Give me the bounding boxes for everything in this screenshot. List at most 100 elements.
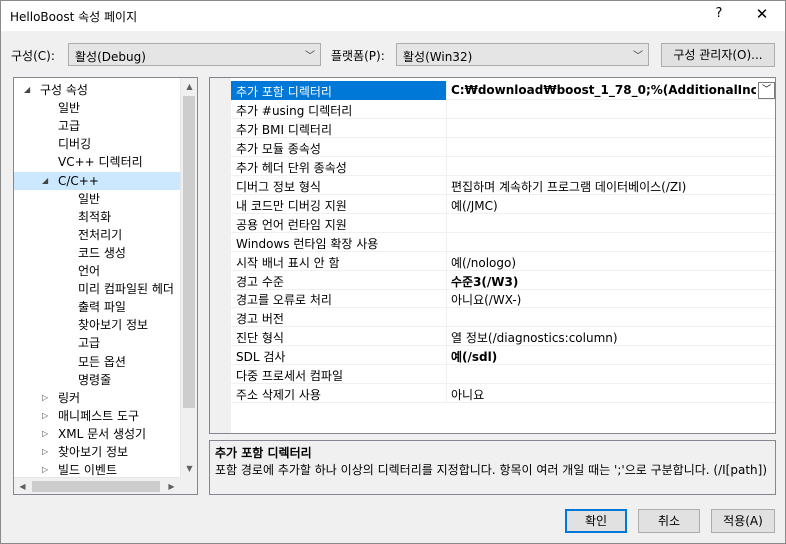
- property-row[interactable]: 다중 프로세서 컴파일: [231, 365, 775, 385]
- help-button[interactable]: ?: [707, 6, 731, 26]
- tree-item[interactable]: 일반: [14, 99, 180, 117]
- apply-button[interactable]: 적용(A): [711, 509, 775, 533]
- tree-item[interactable]: 출력 파일: [14, 298, 180, 316]
- tree-item[interactable]: 명령줄: [14, 371, 180, 389]
- tree-item[interactable]: 전처리기: [14, 226, 180, 244]
- property-value[interactable]: 열 정보(/diagnostics:column): [451, 329, 771, 346]
- property-value[interactable]: C:₩download₩boost_1_78_0;%(AdditionalInc…: [451, 83, 756, 97]
- property-row[interactable]: 경고를 오류로 처리 아니요(/WX-): [231, 289, 775, 309]
- tree-item[interactable]: 고급: [14, 117, 180, 135]
- column-divider: [446, 213, 447, 233]
- tree-item-label: 구성 속성: [40, 83, 88, 97]
- property-value[interactable]: 예(/JMC): [451, 197, 771, 214]
- property-name: 주소 삭제기 사용: [236, 388, 321, 403]
- property-row[interactable]: 추가 BMI 디렉터리: [231, 118, 775, 138]
- description-text: 포함 경로에 추가할 하나 이상의 디렉터리를 지정합니다. 항목이 여러 개일…: [215, 463, 768, 477]
- tree-item[interactable]: 디버깅: [14, 135, 180, 153]
- tree-expanded-icon[interactable]: ◢: [24, 81, 30, 99]
- property-row[interactable]: 공용 언어 런타임 지원: [231, 213, 775, 233]
- tree-vertical-scrollbar[interactable]: ▲ ▼: [180, 78, 197, 477]
- property-row[interactable]: 추가 #using 디렉터리: [231, 99, 775, 119]
- configuration-label: 구성(C):: [11, 49, 55, 63]
- property-value[interactable]: 예(/nologo): [451, 254, 771, 271]
- tree-item-label: XML 문서 생성기: [58, 426, 147, 441]
- tree-item[interactable]: 코드 생성: [14, 244, 180, 262]
- tree-expanded-icon[interactable]: ◢: [42, 172, 48, 190]
- column-divider: [446, 289, 447, 309]
- close-button[interactable]: ✕: [749, 5, 775, 27]
- property-row[interactable]: 디버그 정보 형식 편집하며 계속하기 프로그램 데이터베이스(/ZI): [231, 175, 775, 195]
- tree-collapsed-icon[interactable]: ▷: [42, 425, 48, 443]
- tree-item[interactable]: ▷ 링커: [14, 389, 180, 407]
- column-divider: [446, 194, 447, 214]
- scroll-left-arrow-icon[interactable]: ◀: [14, 478, 31, 494]
- column-divider: [446, 99, 447, 119]
- property-name: SDL 검사: [236, 350, 286, 365]
- value-dropdown-chevron-icon[interactable]: ﹀: [758, 82, 775, 99]
- tree-item[interactable]: 모든 옵션: [14, 353, 180, 371]
- window-title: HelloBoost 속성 페이지: [10, 10, 138, 24]
- scroll-thumb[interactable]: [32, 481, 160, 492]
- property-row[interactable]: 주소 삭제기 사용 아니요: [231, 384, 775, 404]
- cancel-button[interactable]: 취소: [638, 509, 700, 533]
- column-divider: [446, 384, 447, 404]
- property-row[interactable]: 추가 헤더 단위 종속성: [231, 156, 775, 176]
- property-name: 진단 형식: [236, 331, 284, 346]
- property-value[interactable]: 아니요(/WX-): [451, 291, 771, 308]
- property-row[interactable]: 경고 버전: [231, 308, 775, 328]
- tree-item-label: 링커: [58, 390, 81, 405]
- tree-item[interactable]: ◢ 구성 속성: [14, 81, 180, 99]
- property-name: 시작 배너 표시 안 함: [236, 255, 340, 270]
- tree-item-label: 일반: [58, 101, 81, 116]
- tree-item[interactable]: 미리 컴파일된 헤더: [14, 280, 180, 298]
- tree-item[interactable]: ▷ 매니페스트 도구: [14, 407, 180, 425]
- scroll-up-arrow-icon[interactable]: ▲: [181, 78, 197, 95]
- property-row[interactable]: 진단 형식 열 정보(/diagnostics:column): [231, 327, 775, 347]
- property-row[interactable]: Windows 런타임 확장 사용: [231, 232, 775, 252]
- property-row[interactable]: 시작 배너 표시 안 함 예(/nologo): [231, 251, 775, 271]
- tree-item[interactable]: 언어: [14, 262, 180, 280]
- tree-collapsed-icon[interactable]: ▷: [42, 389, 48, 407]
- property-grid[interactable]: 추가 포함 디렉터리 C:₩download₩boost_1_78_0;%(Add…: [209, 77, 776, 434]
- property-value[interactable]: 수준3(/W3): [451, 273, 771, 290]
- property-name: 다중 프로세서 컴파일: [236, 369, 343, 384]
- description-panel: 추가 포함 디렉터리 포함 경로에 추가할 하나 이상의 디렉터리를 지정합니다…: [209, 440, 776, 495]
- tree-item[interactable]: VC++ 디렉터리: [14, 153, 180, 171]
- tree-item[interactable]: ▷ 찾아보기 정보: [14, 443, 180, 461]
- property-name: 공용 언어 런타임 지원: [236, 217, 347, 232]
- column-divider: [446, 251, 447, 271]
- tree-collapsed-icon[interactable]: ▷: [42, 407, 48, 425]
- scroll-thumb[interactable]: [183, 96, 195, 408]
- property-row[interactable]: SDL 검사 예(/sdl): [231, 346, 775, 366]
- tree-item[interactable]: 최적화: [14, 208, 180, 226]
- property-value[interactable]: 예(/sdl): [451, 348, 771, 365]
- scroll-down-arrow-icon[interactable]: ▼: [181, 460, 197, 477]
- property-name: 추가 BMI 디렉터리: [236, 122, 332, 137]
- property-value[interactable]: 편집하며 계속하기 프로그램 데이터베이스(/ZI): [451, 178, 771, 195]
- tree-item-label: 코드 생성: [78, 245, 126, 260]
- tree-item[interactable]: 일반: [14, 190, 180, 208]
- tree-item[interactable]: ▷ XML 문서 생성기: [14, 425, 180, 443]
- property-row[interactable]: 내 코드만 디버깅 지원 예(/JMC): [231, 194, 775, 214]
- tree-item[interactable]: 찾아보기 정보: [14, 316, 180, 334]
- scrollbar-corner: [180, 477, 197, 494]
- configuration-manager-button[interactable]: 구성 관리자(O)...: [661, 43, 775, 67]
- property-row[interactable]: 경고 수준 수준3(/W3): [231, 270, 775, 290]
- scroll-right-arrow-icon[interactable]: ▶: [163, 478, 180, 494]
- platform-dropdown[interactable]: 활성(Win32) ﹀: [396, 43, 649, 66]
- column-divider: [446, 232, 447, 252]
- property-value[interactable]: 아니요: [451, 386, 771, 403]
- tree-item[interactable]: ◢ C/C++: [14, 171, 180, 190]
- ok-button[interactable]: 확인: [565, 509, 627, 533]
- property-row[interactable]: 추가 모듈 종속성: [231, 137, 775, 157]
- tree-horizontal-scrollbar[interactable]: ◀ ▶: [14, 477, 180, 494]
- tree-collapsed-icon[interactable]: ▷: [42, 443, 48, 461]
- category-tree[interactable]: ◢ 구성 속성 일반 고급 디버깅 VC++ 디렉터리 ◢ C/C++ 일반 최적화 전처리기 코드 …: [13, 77, 198, 495]
- column-divider: [446, 156, 447, 176]
- configuration-dropdown[interactable]: 활성(Debug) ﹀: [68, 43, 321, 66]
- tree-item-label: 찾아보기 정보: [78, 318, 149, 333]
- property-row[interactable]: 추가 포함 디렉터리 C:₩download₩boost_1_78_0;%(Add…: [231, 81, 775, 100]
- platform-value: 활성(Win32): [403, 50, 473, 64]
- tree-item[interactable]: 고급: [14, 334, 180, 352]
- tree-item-label: 출력 파일: [78, 300, 126, 315]
